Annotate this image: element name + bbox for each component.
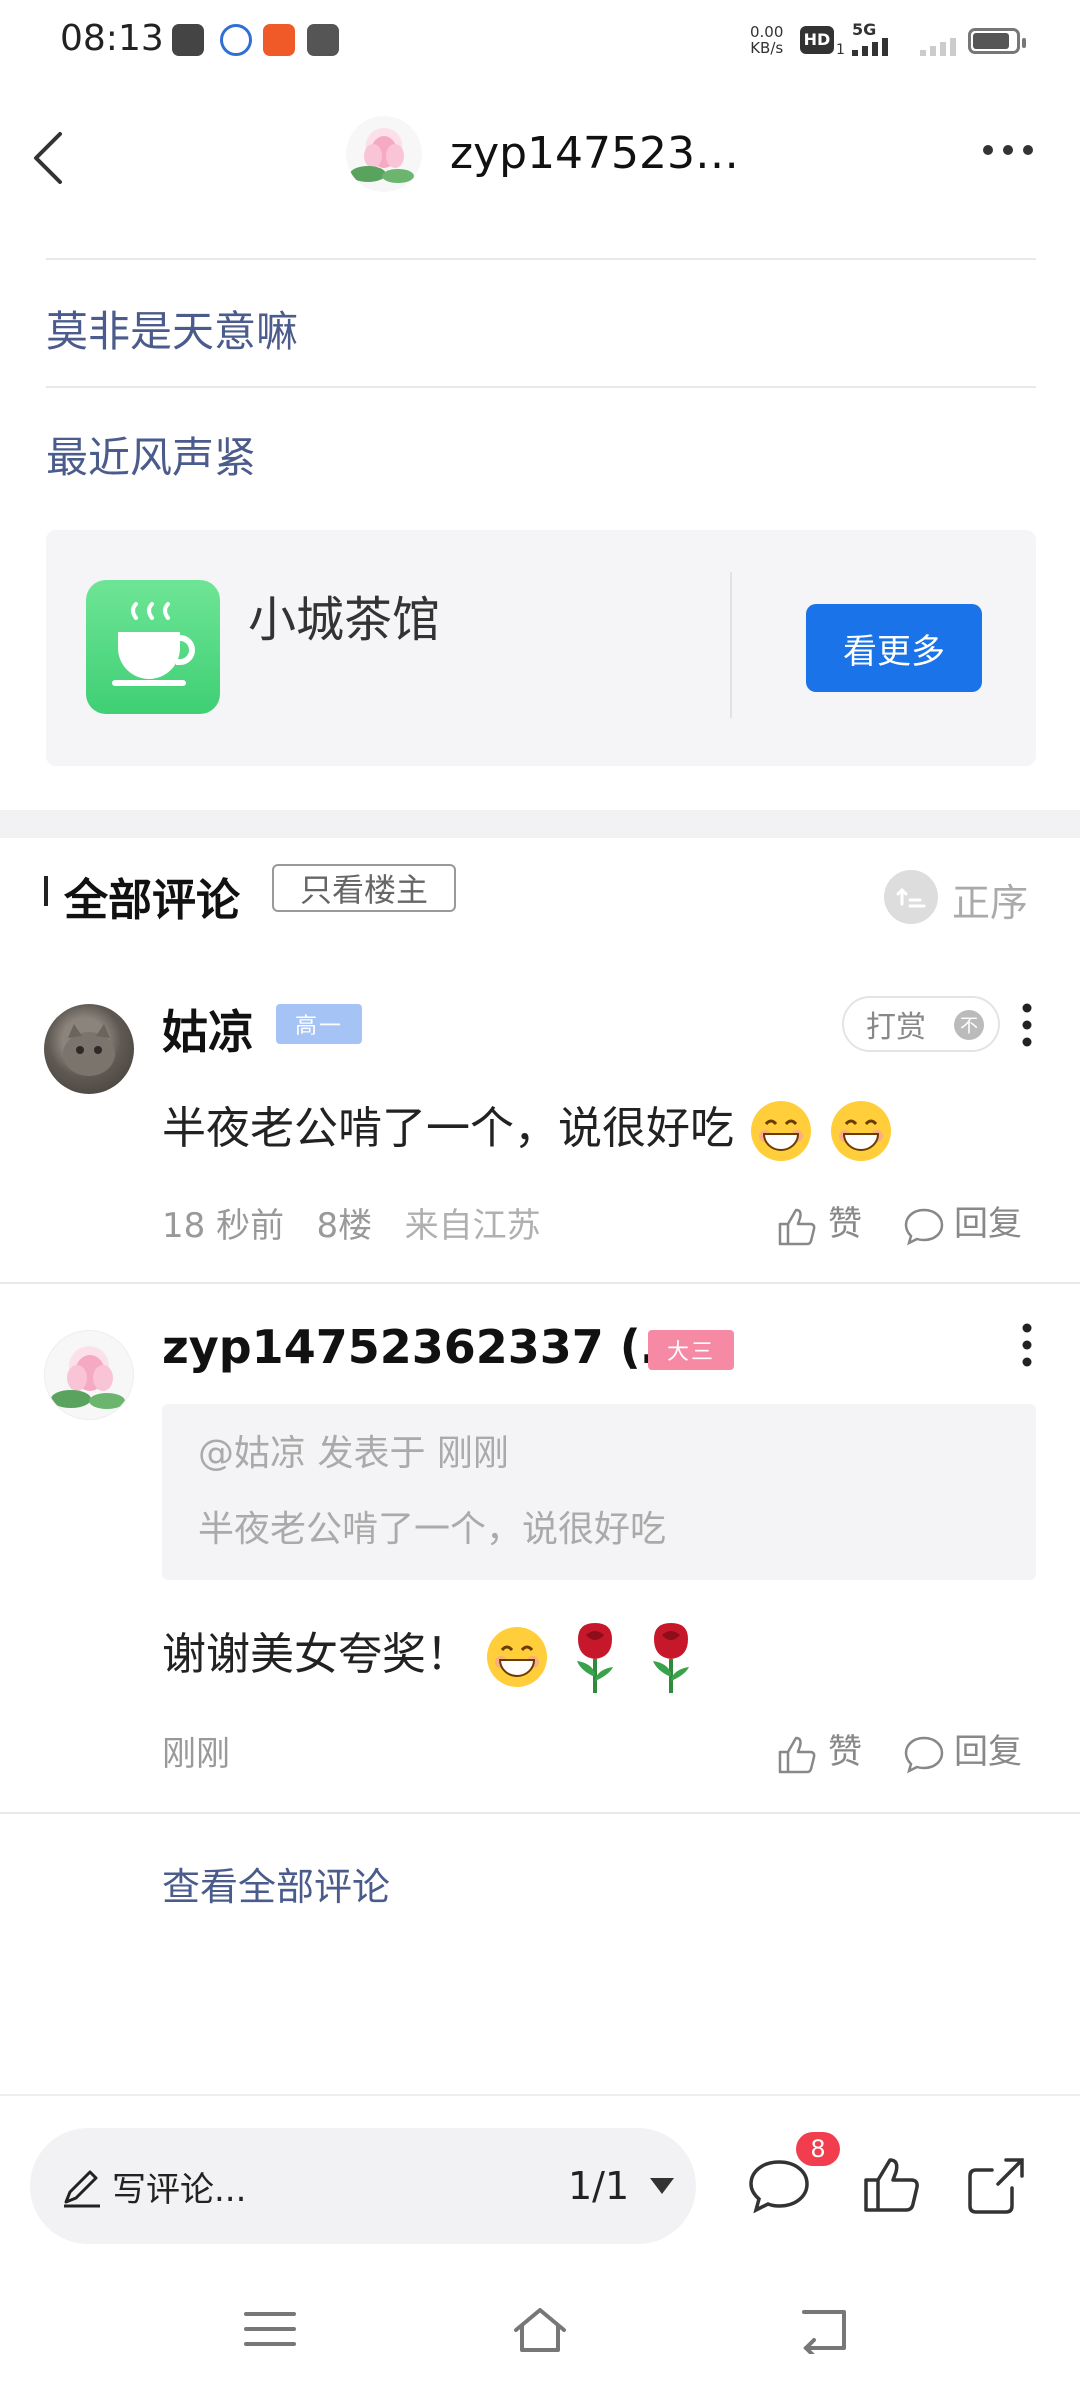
battery-icon	[968, 28, 1026, 54]
comment-author[interactable]: zyp14752362337 (…	[162, 1320, 687, 1374]
quote-header: @姑凉 发表于 刚刚	[198, 1433, 509, 1474]
forum-name: 小城茶馆	[248, 592, 441, 648]
reply-label: 回复	[954, 1732, 1022, 1772]
network-speed: 0.00 KB/s	[750, 23, 784, 57]
thumbs-up-icon	[778, 1736, 816, 1773]
view-all-comments-link[interactable]: 查看全部评论	[162, 1856, 390, 1911]
sort-order-toggle[interactable]: 正序	[952, 872, 1028, 927]
reward-button[interactable]: 打赏 不	[842, 996, 1000, 1052]
app-notification-icon	[263, 24, 295, 56]
only-op-filter-button[interactable]: 只看楼主	[272, 864, 456, 912]
comment-text: 谢谢美女夸奖！	[162, 1618, 702, 1695]
teacup-icon	[86, 580, 220, 714]
divider	[0, 1282, 1080, 1284]
more-options-icon[interactable]	[980, 140, 1036, 160]
reply-button[interactable]: 回复	[902, 1724, 1022, 1776]
like-button[interactable]: 赞	[776, 1196, 862, 1248]
app-notification-icon	[172, 24, 204, 56]
reply-icon	[904, 1736, 944, 1773]
pencil-icon	[64, 2170, 100, 2208]
like-label: 赞	[828, 1204, 862, 1244]
section-marker	[44, 876, 48, 906]
comment-meta: 刚刚	[162, 1726, 230, 1775]
view-more-button[interactable]: 看更多	[806, 604, 982, 692]
reply-label: 回复	[954, 1204, 1022, 1244]
back-icon[interactable]	[30, 130, 70, 186]
like-label: 赞	[828, 1732, 862, 1772]
comment-time: 18 秒前	[162, 1206, 285, 1246]
thumbs-up-icon[interactable]	[858, 2150, 928, 2220]
app-notification-icon	[220, 24, 252, 56]
quoted-comment[interactable]: @姑凉 发表于 刚刚 半夜老公啃了一个，说很好吃	[162, 1404, 1036, 1580]
share-icon[interactable]	[962, 2150, 1032, 2220]
like-button[interactable]: 赞	[776, 1724, 862, 1776]
divider	[46, 258, 1036, 260]
forum-card[interactable]: 小城茶馆 看更多	[46, 530, 1036, 766]
home-icon[interactable]	[510, 2304, 570, 2354]
signal-icon	[852, 36, 898, 56]
rose-emoji	[577, 1623, 613, 1693]
section-gap	[0, 810, 1080, 838]
level-badge: 高一	[276, 1004, 362, 1044]
top-header: zyp147523…	[0, 100, 1080, 210]
avatar[interactable]	[44, 1330, 134, 1420]
reward-icon: 不	[954, 1010, 984, 1040]
caret-down-icon[interactable]	[648, 2176, 676, 2196]
grin-emoji	[751, 1101, 811, 1161]
reward-label: 打赏	[866, 1010, 926, 1045]
reply-button[interactable]: 回复	[902, 1196, 1022, 1248]
signal-icon	[920, 36, 966, 56]
reply-icon	[904, 1208, 944, 1245]
comment-count-badge: 8	[796, 2132, 840, 2166]
page-title[interactable]: zyp147523…	[450, 128, 739, 179]
comment-text: 半夜老公啃了一个，说很好吃	[162, 1092, 894, 1164]
comments-title: 全部评论	[64, 875, 240, 926]
divider	[0, 1812, 1080, 1814]
comment-floor: 8楼	[316, 1206, 373, 1246]
app-notification-icon	[307, 24, 339, 56]
divider	[730, 572, 732, 718]
page-indicator[interactable]: 1/1	[568, 2164, 629, 2208]
comment-body: 谢谢美女夸奖！	[162, 1629, 470, 1680]
hd-sub-label: 1	[836, 42, 845, 58]
divider	[0, 2094, 1080, 2096]
status-time: 08:13	[60, 18, 164, 59]
quote-text: 半夜老公啃了一个，说很好吃	[198, 1509, 667, 1550]
comment-body: 半夜老公啃了一个，说很好吃	[162, 1103, 734, 1154]
back-nav-icon[interactable]	[794, 2304, 854, 2354]
write-comment-input[interactable]: 写评论... 1/1	[30, 2128, 696, 2244]
thumbs-up-icon	[778, 1208, 816, 1245]
comment-time: 刚刚	[162, 1734, 230, 1774]
header-avatar[interactable]	[346, 116, 422, 192]
link-item[interactable]: 莫非是天意嘛	[46, 298, 298, 359]
divider	[46, 386, 1036, 388]
link-item[interactable]: 最近风声紧	[46, 424, 256, 485]
write-comment-placeholder: 写评论...	[112, 2170, 247, 2210]
grin-emoji	[487, 1627, 547, 1687]
hd-icon: HD	[800, 26, 834, 54]
comment-author[interactable]: 姑凉	[162, 996, 254, 1062]
rose-emoji	[653, 1623, 689, 1693]
comment-location: 来自江苏	[404, 1206, 541, 1246]
comment-more-icon[interactable]	[1020, 1002, 1034, 1048]
menu-icon[interactable]	[240, 2304, 300, 2354]
sort-icon[interactable]	[884, 870, 938, 924]
grin-emoji	[831, 1101, 891, 1161]
comment-meta: 18 秒前 8楼 来自江苏	[162, 1198, 541, 1247]
level-badge: 大三	[648, 1330, 734, 1370]
avatar[interactable]	[44, 1004, 134, 1094]
comment-more-icon[interactable]	[1020, 1322, 1034, 1368]
status-bar: 08:13 0.00 KB/s HD 1 5G	[0, 0, 1080, 84]
